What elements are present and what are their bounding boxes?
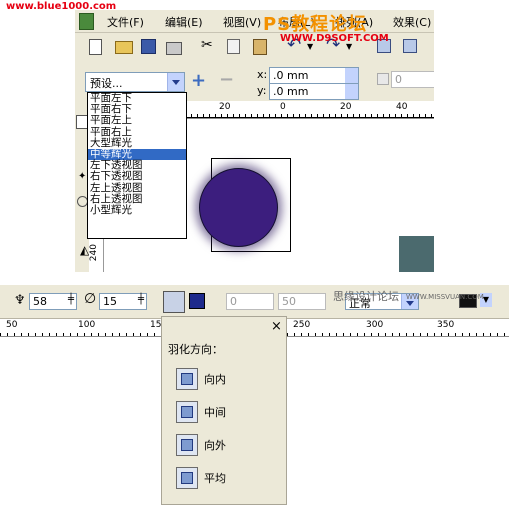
copy-icon[interactable]	[227, 39, 240, 54]
ruler-label: 20	[340, 102, 352, 112]
add-preset-icon[interactable]: +	[191, 70, 206, 91]
ruler-label: 50	[6, 320, 18, 330]
angle-value: 0	[395, 73, 402, 86]
opacity-field[interactable]: 58 ╪	[29, 293, 77, 310]
stretch-disabled-value: 50	[282, 295, 296, 308]
save-icon[interactable]	[141, 39, 156, 54]
feather-outside-button[interactable]	[176, 434, 198, 456]
forum-url-watermark: WWW.MISSVUAN.COM	[406, 293, 484, 301]
feather-direction-button[interactable]	[163, 291, 185, 313]
x-label: x:	[257, 68, 268, 81]
feather-inside-label: 向内	[204, 373, 226, 386]
fill-tool-icon[interactable]: ◭	[80, 243, 89, 257]
angle-field[interactable]: 0	[391, 71, 434, 88]
feather-value: 15	[103, 295, 117, 308]
new-document-icon[interactable]	[89, 39, 102, 55]
opacity-value: 58	[33, 295, 47, 308]
feather-middle-button[interactable]	[176, 401, 198, 423]
ruler-label: 0	[280, 102, 286, 112]
vruler-label: 240	[89, 244, 99, 262]
ruler-label: 100	[78, 320, 96, 330]
ruler-ticks	[185, 114, 434, 118]
x-offset-field[interactable]: .0 mm	[269, 67, 359, 84]
export-icon[interactable]	[403, 39, 417, 53]
y-offset-field[interactable]: .0 mm	[269, 83, 359, 100]
ruler-label: 350	[437, 320, 455, 330]
panel-title: 羽化方向：	[168, 343, 223, 356]
opacity-icon: ♆	[14, 293, 26, 308]
print-icon[interactable]	[166, 42, 182, 55]
paste-icon[interactable]	[253, 39, 267, 55]
feather-direction-panel: × 羽化方向： 向内 中间 向外 平均	[161, 316, 287, 505]
angle-disabled-value: 0	[230, 295, 237, 308]
menu-bar: 文件(F) 编辑(E) 视图(V) 布局(L) 排列(A) 效果(C)	[75, 10, 434, 32]
y-offset-spinner[interactable]	[345, 84, 358, 99]
preset-option[interactable]: 平面左上	[88, 115, 186, 126]
angle-field-disabled[interactable]: 0	[226, 293, 274, 310]
feather-edge-button[interactable]	[189, 293, 205, 309]
y-offset-value: .0 mm	[273, 85, 309, 98]
ruler-label: 40	[396, 102, 408, 112]
preset-value: 预设...	[90, 77, 123, 90]
site-url-watermark: WWW.D9SOFT.COM	[280, 33, 389, 44]
lock-checkbox-icon[interactable]	[377, 73, 389, 85]
menu-edit[interactable]: 编辑(E)	[165, 14, 203, 30]
preset-dropdown-button[interactable]	[167, 73, 184, 91]
menu-effects[interactable]: 效果(C)	[393, 14, 431, 30]
menu-file[interactable]: 文件(F)	[107, 14, 144, 30]
left-url-watermark: www.blue1000.com	[6, 1, 117, 12]
forum-watermark: 思缘设计论坛	[333, 290, 399, 303]
preset-option[interactable]: 左上透视图	[88, 182, 186, 194]
feather-middle-label: 中间	[204, 406, 226, 419]
remove-preset-icon[interactable]: −	[219, 69, 234, 90]
outside-icon	[181, 439, 193, 451]
preset-option[interactable]: 右下透视图	[88, 171, 186, 182]
x-offset-spinner[interactable]	[345, 68, 358, 83]
shape-tool-icon[interactable]: ✦	[78, 171, 86, 182]
panel-close-button[interactable]: ×	[271, 319, 282, 334]
undo-dropdown-icon[interactable]: ▼	[307, 42, 323, 58]
purple-circle-shape[interactable]	[199, 168, 278, 247]
inside-icon	[181, 373, 193, 385]
y-label: y:	[257, 84, 267, 97]
color-swatch	[399, 236, 434, 272]
opacity-slider-icon[interactable]: ╪	[68, 294, 74, 305]
feather-slider-icon[interactable]: ╪	[138, 294, 144, 305]
bottom-screenshot: ♆ 58 ╪ ∅ 15 ╪ 0 50 正常 ▼ 思缘设计论坛 WWW.MISSV…	[0, 285, 509, 505]
preset-combobox[interactable]: 预设...	[85, 72, 185, 92]
cut-icon[interactable]: ✂	[201, 37, 217, 53]
ruler-label: 250	[293, 320, 311, 330]
feather-average-label: 平均	[204, 472, 226, 485]
feather-average-button[interactable]	[176, 467, 198, 489]
feather-icon: ∅	[84, 291, 97, 307]
ruler-label: 300	[366, 320, 384, 330]
middle-icon	[181, 406, 193, 418]
open-folder-icon[interactable]	[115, 41, 133, 54]
feather-inside-button[interactable]	[176, 368, 198, 390]
ruler-label: 20	[219, 102, 231, 112]
feather-field[interactable]: 15 ╪	[99, 293, 147, 310]
x-offset-value: .0 mm	[273, 69, 309, 82]
average-icon	[181, 472, 193, 484]
app-icon	[79, 13, 94, 30]
top-screenshot: 文件(F) 编辑(E) 视图(V) 布局(L) 排列(A) 效果(C) ✂ ↶ …	[75, 0, 434, 272]
preset-option[interactable]: 小型辉光	[88, 204, 186, 216]
interactive-shadow-toolbar: ♆ 58 ╪ ∅ 15 ╪ 0 50 正常 ▼	[0, 285, 509, 319]
stretch-field-disabled[interactable]: 50	[278, 293, 326, 310]
menu-view[interactable]: 视图(V)	[223, 14, 261, 30]
feather-outside-label: 向外	[204, 439, 226, 452]
preset-dropdown-list: 平面左下 平面右下 平面左上 平面右上 大型辉光 中等辉光 左下透视图 右下透视…	[87, 92, 187, 239]
redo-dropdown-icon[interactable]: ▼	[346, 42, 362, 58]
